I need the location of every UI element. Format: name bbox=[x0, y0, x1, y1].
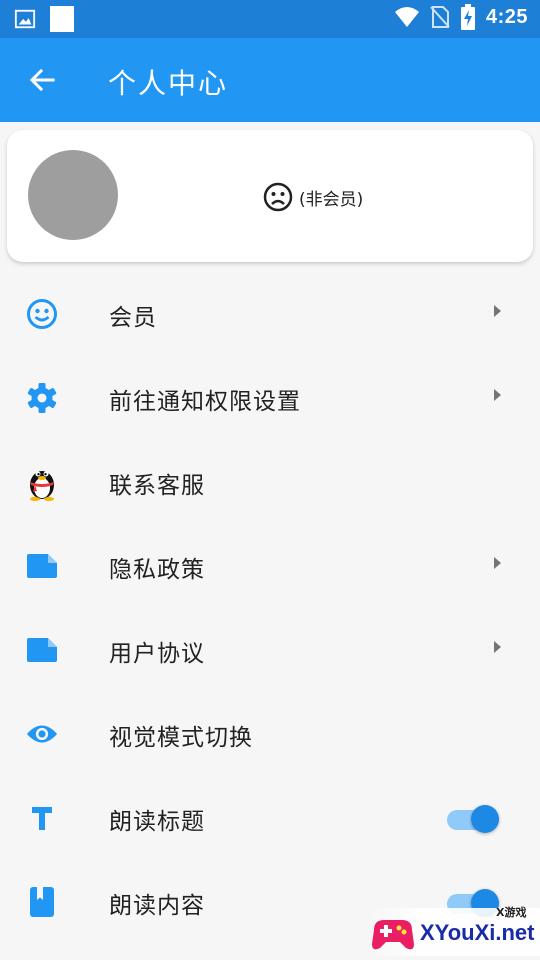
watermark-site: XYouXi.net bbox=[420, 920, 535, 945]
menu-item-label: 朗读标题 bbox=[109, 809, 205, 835]
gamepad-logo-icon bbox=[372, 920, 414, 950]
text-icon bbox=[26, 802, 58, 834]
back-button[interactable] bbox=[26, 64, 58, 96]
menu-item-label: 隐私政策 bbox=[109, 557, 205, 583]
menu-list: 会员 前往通知权限设置 联系客服 隐私政策 用户协议 视觉模式切换 朗读标题 朗… bbox=[0, 272, 540, 944]
chevron-right-icon bbox=[494, 557, 501, 569]
member-status-label: (非会员) bbox=[299, 189, 364, 210]
read-title-toggle[interactable] bbox=[447, 804, 501, 834]
avatar[interactable] bbox=[28, 150, 118, 240]
status-bar: 4:25 bbox=[0, 0, 540, 38]
chevron-right-icon bbox=[494, 641, 501, 653]
chevron-right-icon bbox=[494, 389, 501, 401]
toggle-knob bbox=[471, 805, 499, 833]
no-sim-icon bbox=[430, 6, 450, 28]
menu-item-label: 联系客服 bbox=[109, 473, 205, 499]
menu-item-label: 用户协议 bbox=[109, 641, 205, 667]
notification-square-icon bbox=[50, 6, 74, 32]
watermark-tag: X游戏 bbox=[496, 906, 527, 919]
menu-item-membership[interactable]: 会员 bbox=[0, 272, 540, 356]
sad-face-icon bbox=[263, 182, 293, 212]
menu-item-visual-mode[interactable]: 视觉模式切换 bbox=[0, 692, 540, 776]
gear-icon bbox=[26, 382, 58, 414]
page-title: 个人中心 bbox=[108, 67, 229, 100]
status-time: 4:25 bbox=[485, 5, 528, 28]
app-bar: 个人中心 bbox=[0, 38, 540, 122]
document-icon bbox=[26, 550, 58, 582]
profile-card[interactable]: (非会员) bbox=[7, 130, 533, 262]
member-status: (非会员) bbox=[263, 182, 363, 212]
menu-item-label: 会员 bbox=[109, 305, 157, 331]
document-icon bbox=[26, 634, 58, 666]
book-icon bbox=[26, 886, 58, 918]
menu-item-customer-service[interactable]: 联系客服 bbox=[0, 440, 540, 524]
qq-penguin-icon bbox=[26, 466, 58, 501]
menu-item-user-agreement[interactable]: 用户协议 bbox=[0, 608, 540, 692]
menu-item-label: 视觉模式切换 bbox=[109, 725, 253, 751]
image-icon bbox=[14, 9, 36, 29]
menu-item-read-title[interactable]: 朗读标题 bbox=[0, 776, 540, 860]
menu-item-label: 前往通知权限设置 bbox=[109, 389, 301, 415]
eye-icon bbox=[26, 718, 58, 750]
smiley-icon bbox=[26, 298, 58, 330]
menu-item-label: 朗读内容 bbox=[109, 893, 205, 919]
watermark: X游戏 XYouXi.net bbox=[368, 900, 540, 960]
battery-charging-icon bbox=[460, 4, 475, 30]
menu-item-notification-settings[interactable]: 前往通知权限设置 bbox=[0, 356, 540, 440]
chevron-right-icon bbox=[494, 305, 501, 317]
menu-item-privacy-policy[interactable]: 隐私政策 bbox=[0, 524, 540, 608]
wifi-icon bbox=[394, 7, 419, 27]
